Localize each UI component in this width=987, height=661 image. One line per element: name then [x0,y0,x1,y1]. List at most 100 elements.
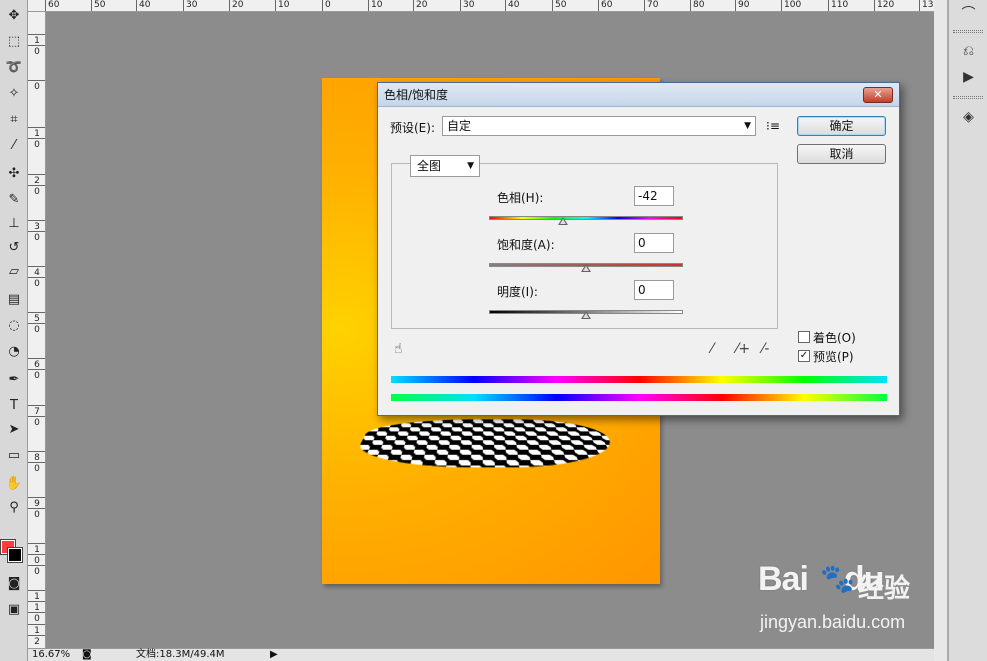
marquee-tool-icon[interactable]: ⬚ [2,30,26,52]
vertical-scrollbar[interactable] [934,0,948,661]
eyedropper-minus-icon[interactable]: ⁄- [762,341,769,357]
ruler-tick: 0 [28,508,45,520]
ruler-tick: 0 [28,138,45,150]
ruler-tick: 60 [45,0,59,11]
ruler-tick: 0 [28,565,45,577]
healing-tool-icon[interactable]: ✣ [2,162,26,184]
preview-label[interactable]: 预览(P) [813,348,854,365]
checkered-flag-graphic [348,419,624,468]
ruler-tick: 0 [28,369,45,381]
ruler-tick: 0 [28,80,45,92]
ruler-tick: 20 [229,0,243,11]
ruler-tick: 90 [735,0,749,11]
preset-value: 自定 [447,119,472,133]
status-arrow-icon[interactable]: ▶ [270,649,278,661]
colorize-label[interactable]: 着色(O) [813,329,856,346]
panel-dock: ⌒ ⎌ ▶ ◈ [948,0,987,661]
source-color-bar [391,376,887,383]
dodge-tool-icon[interactable]: ◔ [2,340,26,362]
ruler-tick: 0 [28,612,45,624]
ruler-tick: 100 [781,0,801,11]
ruler-tick: 0 [28,185,45,197]
brush-tool-icon[interactable]: ✎ [2,188,26,210]
watermark-cn: 经验 [858,574,911,604]
crop-tool-icon[interactable]: ⌗ [2,108,26,130]
saturation-slider-thumb[interactable] [581,264,591,272]
lightness-input[interactable]: 0 [634,280,674,300]
preset-select[interactable]: 自定 ▼ [442,116,756,136]
gradient-tool-icon[interactable]: ▤ [2,288,26,310]
status-menu-icon[interactable]: ◙ [82,649,92,661]
channel-select[interactable]: 全图 ▼ [410,155,480,177]
magic-wand-tool-icon[interactable]: ✧ [2,82,26,104]
shape-tool-icon[interactable]: ▭ [2,444,26,466]
dialog-title: 色相/饱和度 [384,88,449,102]
path-selection-tool-icon[interactable]: ➤ [2,418,26,440]
list-menu-icon[interactable]: ⁝≡ [766,119,780,133]
toolbox: ✥ ⬚ ➰ ✧ ⌗ ⁄ ✣ ✎ ⊥ ↺ ▱ ▤ ◌ ◔ ✒ T ➤ ▭ ✋ ⚲ … [0,0,28,661]
ruler-tick: 50 [91,0,105,11]
ruler-tick: 2 [28,635,45,647]
zoom-tool-icon[interactable]: ⚲ [2,496,26,518]
hue-label: 色相(H): [497,191,544,205]
baidu-jingyan-watermark: Bai du 🐾 经验 jingyan.baidu.com [758,560,936,640]
ruler-tick: 0 [322,0,331,11]
hand-tool-icon[interactable]: ✋ [2,472,26,494]
eyedropper-icon[interactable]: ⁄ [711,341,713,357]
lightness-label: 明度(I): [497,285,538,299]
stamp-tool-icon[interactable]: ⊥ [2,212,26,234]
ruler-tick: 0 [28,416,45,428]
actions-panel-icon[interactable]: ▶ [949,66,987,88]
type-tool-icon[interactable]: T [2,394,26,416]
lasso-tool-icon[interactable]: ➰ [2,56,26,78]
quick-mask-icon[interactable]: ◙ [2,572,26,594]
result-color-bar [391,394,887,401]
dialog-titlebar[interactable]: 色相/饱和度 ✕ [378,83,899,107]
zoom-level[interactable]: 16.67% [32,649,70,661]
cancel-button[interactable]: 取消 [797,144,886,164]
eraser-tool-icon[interactable]: ▱ [2,260,26,282]
hue-slider-thumb[interactable] [558,217,569,225]
ruler-tick: 120 [874,0,894,11]
blur-tool-icon[interactable]: ◌ [2,314,26,336]
history-brush-tool-icon[interactable]: ↺ [2,236,26,258]
history-panel-icon[interactable]: ⎌ [949,40,987,62]
move-tool-icon[interactable]: ✥ [2,4,26,26]
status-bar: 16.67% ◙ 文档:18.3M/49.4M ▶ [28,648,934,661]
watermark-url: jingyan.baidu.com [760,612,906,632]
eyedropper-tool-icon[interactable]: ⁄ [2,134,26,156]
ruler-tick: 0 [28,277,45,289]
ruler-tick: 0 [28,323,45,335]
ok-button[interactable]: 确定 [797,116,886,136]
lightness-slider-thumb[interactable] [581,311,591,319]
right-panel: ⌒ ⎌ ▶ ◈ [934,0,987,661]
dock-separator [953,30,983,33]
layers-panel-icon[interactable]: ◈ [949,106,987,128]
ruler-tick: 70 [644,0,658,11]
pen-tool-icon[interactable]: ✒ [2,368,26,390]
screen-mode-icon[interactable]: ▣ [2,598,26,620]
background-color-swatch[interactable] [7,547,23,563]
preview-checkbox[interactable]: ✓ [798,350,810,362]
ruler-tick: 0 [28,231,45,243]
ruler-tick: 50 [552,0,566,11]
ruler-tick: 10 [275,0,289,11]
close-button[interactable]: ✕ [863,87,893,103]
ruler-tick: 80 [690,0,704,11]
preset-label: 预设(E): [390,121,435,135]
hue-saturation-dialog: 色相/饱和度 ✕ 预设(E): 自定 ▼ ⁝≡ 确定 取消 全图 ▼ 色相(H)… [377,82,900,416]
hue-slider-track[interactable] [489,216,683,220]
saturation-input[interactable]: 0 [634,233,674,253]
eyedropper-plus-icon[interactable]: ⁄+ [736,341,750,357]
ruler-vertical: 1 0 0 1 0 2 0 3 0 4 0 5 0 6 0 7 0 8 0 9 … [28,12,46,648]
dropdown-arrow-icon: ▼ [744,121,751,131]
colorize-checkbox[interactable] [798,331,810,343]
hue-input[interactable]: -42 [634,186,674,206]
ruler-horizontal: 60 50 40 30 20 10 0 10 20 30 40 50 60 70… [28,0,934,12]
paths-panel-icon[interactable]: ⌒ [949,2,987,24]
ruler-tick: 40 [136,0,150,11]
targeted-adjustment-hand-icon[interactable]: ☝ [394,341,403,357]
ruler-tick: 13 [919,0,933,11]
ruler-tick: 40 [505,0,519,11]
ruler-tick: 30 [460,0,474,11]
